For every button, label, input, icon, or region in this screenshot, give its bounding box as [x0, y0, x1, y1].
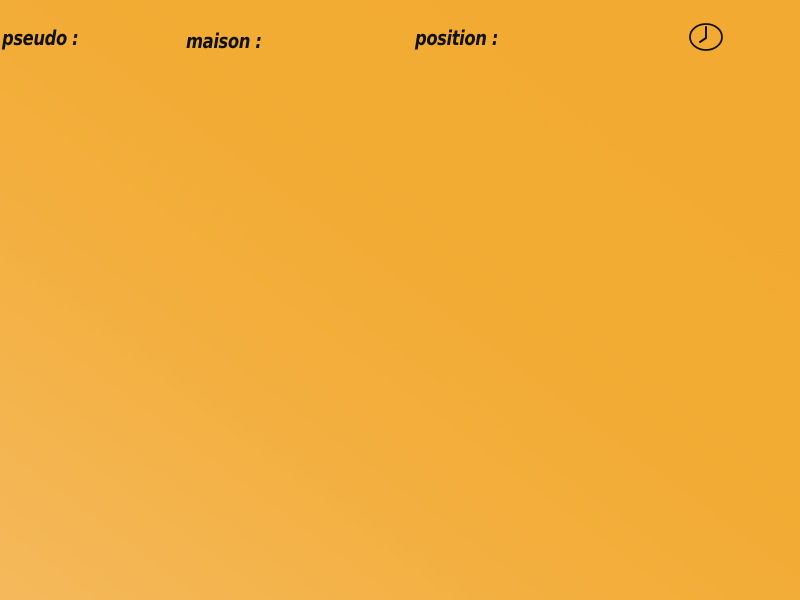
- pseudo-label: pseudo :: [2, 26, 79, 50]
- clock-icon[interactable]: [689, 22, 723, 52]
- position-label: position :: [415, 26, 498, 50]
- maison-label: maison :: [186, 29, 262, 53]
